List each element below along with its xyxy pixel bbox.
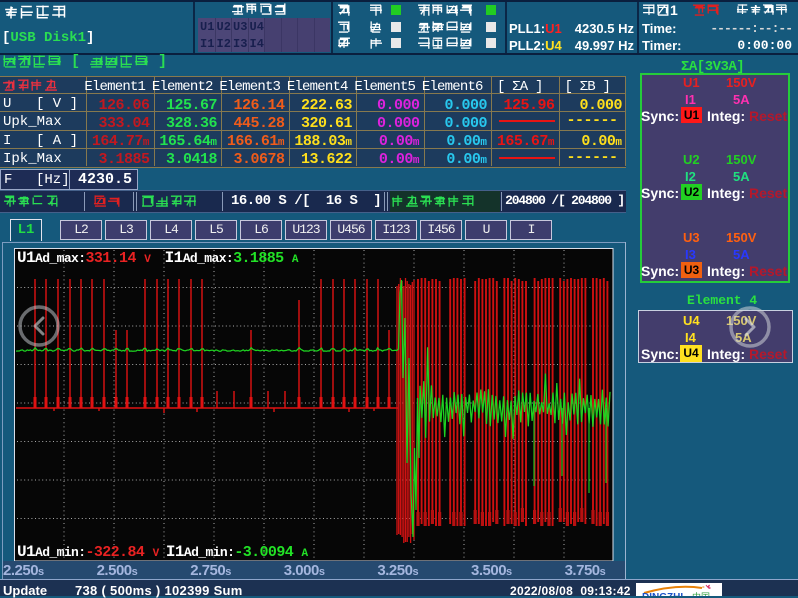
svg-text:中国: 中国 xyxy=(692,591,710,596)
svg-text:DINGZHI: DINGZHI xyxy=(642,592,683,596)
